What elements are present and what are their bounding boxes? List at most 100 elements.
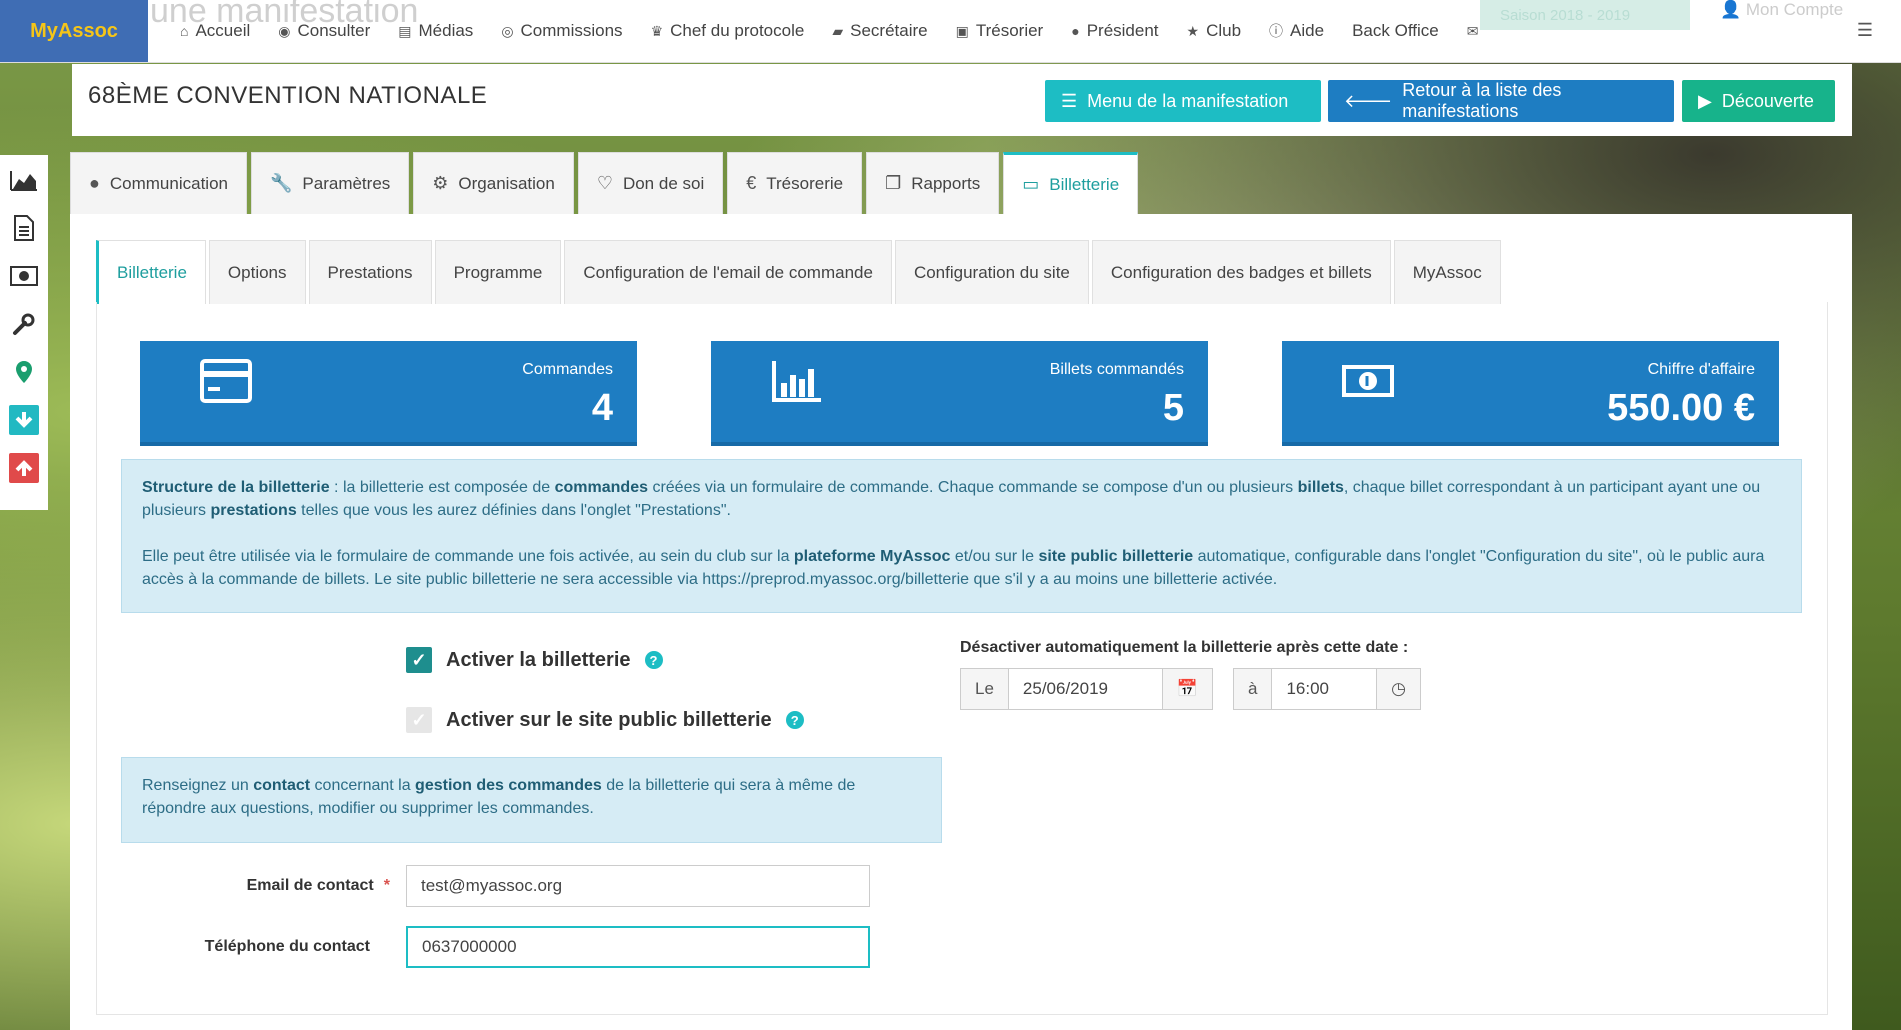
bar-chart-icon — [772, 361, 821, 402]
billetterie-info-box: Structure de la billetterie : la billett… — [121, 459, 1802, 613]
nav-item-consulter[interactable]: ◉ Consulter — [264, 0, 384, 62]
nav-item-tresorier[interactable]: ▣ Trésorier — [942, 0, 1058, 62]
stat-tickets: Billets commandés 5 — [711, 341, 1208, 446]
stat-value: 5 — [1162, 387, 1184, 429]
activate-public-label: Activer sur le site public billetterie — [446, 708, 772, 731]
nav-item-medias[interactable]: ▤ Médias — [384, 0, 487, 62]
tab-billetterie[interactable]: ▭ Billetterie — [1003, 152, 1139, 214]
map-marker-icon[interactable] — [9, 357, 39, 387]
hamburger-menu-icon[interactable]: ☰ — [1857, 20, 1873, 41]
tab-communication[interactable]: ● Communication — [70, 152, 247, 214]
email-label-row: Email de contact * — [160, 877, 390, 895]
stat-orders: Commandes 4 — [140, 341, 637, 446]
contact-phone-input[interactable]: 0637000000 — [406, 926, 870, 968]
upload-arrow-icon[interactable] — [9, 453, 39, 483]
heart-icon: ♡ — [596, 173, 613, 193]
main-tabs: ● Communication 🔧 Paramètres ⚙ Organisation… — [70, 152, 1139, 214]
wrench-icon[interactable] — [9, 309, 39, 339]
credit-card-icon — [200, 359, 252, 403]
gears-icon: ⚙ — [432, 173, 449, 193]
download-arrow-icon[interactable] — [9, 405, 39, 435]
subtab-prestations[interactable]: Prestations — [308, 240, 432, 304]
deactivate-date-input[interactable]: 25/06/2019 — [1007, 669, 1163, 709]
file-icon: ▤ — [398, 22, 412, 39]
nav-item-secretaire[interactable]: ▰ Secrétaire — [818, 0, 941, 62]
nav-item-president[interactable]: ● Président — [1057, 0, 1172, 62]
activate-ticketing-checkbox[interactable]: ✓ — [406, 647, 432, 673]
nav-item-aide[interactable]: ⓘ Aide — [1255, 0, 1338, 62]
tab-organisation[interactable]: ⚙ Organisation — [413, 152, 574, 214]
globe-icon: ● — [1071, 23, 1080, 39]
wrench-icon: 🔧 — [269, 173, 293, 193]
subtab-options[interactable]: Options — [208, 240, 306, 304]
page-title: 68ÈME CONVENTION NATIONALE — [88, 82, 488, 109]
info-icon: ⓘ — [1269, 23, 1284, 39]
arrow-left-icon: 🡐 — [1344, 90, 1393, 111]
tab-tresorerie[interactable]: € Trésorerie — [727, 152, 863, 214]
euro-icon: € — [746, 173, 757, 193]
eye-icon: ◉ — [278, 22, 291, 39]
phone-label: Téléphone du contact — [204, 938, 370, 955]
info-paragraph-2: Elle peut être utilisée via le formulair… — [142, 548, 1765, 588]
stat-label: Chiffre d'affaire — [1647, 361, 1755, 378]
stat-label: Commandes — [522, 361, 613, 378]
subtab-badges-config[interactable]: Configuration des badges et billets — [1091, 240, 1391, 304]
globe-icon: ● — [89, 173, 100, 193]
book-icon: ▰ — [832, 22, 844, 39]
activate-ticketing-row: ✓ Activer la billetterie ? — [406, 647, 663, 673]
brand-logo[interactable]: MyAssoc — [0, 0, 148, 62]
tab-parametres[interactable]: 🔧 Paramètres — [250, 152, 410, 214]
nav-menu: ⌂ Accueil ◉ Consulter ▤ Médias ◎ Commissions… — [166, 0, 1492, 62]
star-icon: ★ — [1186, 22, 1200, 39]
email-label: Email de contact — [246, 877, 374, 894]
event-menu-button[interactable]: ☰ Menu de la manifestation — [1045, 80, 1321, 122]
account-menu[interactable]: 👤 Mon Compte — [1720, 0, 1843, 20]
copy-icon: ❐ — [885, 173, 902, 193]
document-icon[interactable] — [9, 213, 39, 243]
date-prefix: Le — [961, 669, 1008, 709]
subtab-programme[interactable]: Programme — [434, 240, 562, 304]
info-paragraph-1: Structure de la billetterie : la billett… — [142, 479, 1761, 519]
tab-rapports[interactable]: ❐ Rapports — [866, 152, 1000, 214]
help-icon[interactable]: ? — [785, 711, 804, 729]
deactivate-time-group: à 16:00 ◷ — [1233, 668, 1421, 710]
nav-item-club[interactable]: ★ Club — [1173, 0, 1256, 62]
credit-card-icon: ▭ — [1022, 174, 1040, 194]
nav-item-accueil[interactable]: ⌂ Accueil — [166, 0, 264, 62]
nav-item-back-office[interactable]: Back Office — [1338, 0, 1453, 62]
left-toolbar — [0, 155, 48, 510]
play-icon: ▶ — [1698, 90, 1712, 111]
contact-email-input[interactable]: test@myassoc.org — [406, 865, 870, 907]
nav-item-commissions[interactable]: ◎ Commissions — [487, 0, 636, 62]
discover-button[interactable]: ▶ Découverte — [1682, 80, 1835, 122]
subtab-email-config[interactable]: Configuration de l'email de commande — [564, 240, 892, 304]
sub-tabs: Billetterie Options Prestations Programm… — [96, 240, 1501, 304]
event-header: 68ÈME CONVENTION NATIONALE ☰ Menu de la m… — [72, 64, 1852, 136]
contact-info-box: Renseignez un contact concernant la gest… — [121, 757, 942, 843]
envelope-icon: ✉ — [1466, 22, 1479, 39]
clock-icon[interactable]: ◷ — [1377, 669, 1420, 709]
money-icon: ▣ — [955, 22, 969, 39]
home-icon: ⌂ — [180, 23, 189, 39]
subtab-site-config[interactable]: Configuration du site — [894, 240, 1089, 304]
chart-area-icon[interactable] — [9, 165, 39, 195]
subtab-billetterie[interactable]: Billetterie — [96, 240, 206, 304]
back-to-list-button[interactable]: 🡐 Retour à la liste des manifestations — [1328, 80, 1674, 122]
money-icon[interactable] — [9, 261, 39, 291]
nav-item-chef-protocole[interactable]: ♛ Chef du protocole — [637, 0, 819, 62]
activate-public-checkbox[interactable]: ✓ — [406, 707, 432, 733]
required-marker: * — [383, 877, 390, 894]
money-icon — [1342, 365, 1394, 397]
user-circle-icon: ◎ — [501, 22, 514, 39]
deactivate-time-input[interactable]: 16:00 — [1271, 669, 1378, 709]
season-selector[interactable]: Saison 2018 - 2019 — [1480, 0, 1690, 30]
calendar-icon[interactable]: 📅 — [1162, 669, 1212, 709]
list-icon: ☰ — [1061, 90, 1078, 111]
top-navbar: MyAssoc une manifestation ⌂ Accueil ◉ Cons… — [0, 0, 1901, 63]
stat-revenue: Chiffre d'affaire 550.00 € — [1282, 341, 1779, 446]
help-icon[interactable]: ? — [644, 651, 663, 669]
tab-don-de-soi[interactable]: ♡ Don de soi — [577, 152, 724, 214]
subtab-myassoc[interactable]: MyAssoc — [1393, 240, 1501, 304]
stat-label: Billets commandés — [1049, 361, 1184, 378]
trophy-icon: ♛ — [650, 22, 664, 39]
